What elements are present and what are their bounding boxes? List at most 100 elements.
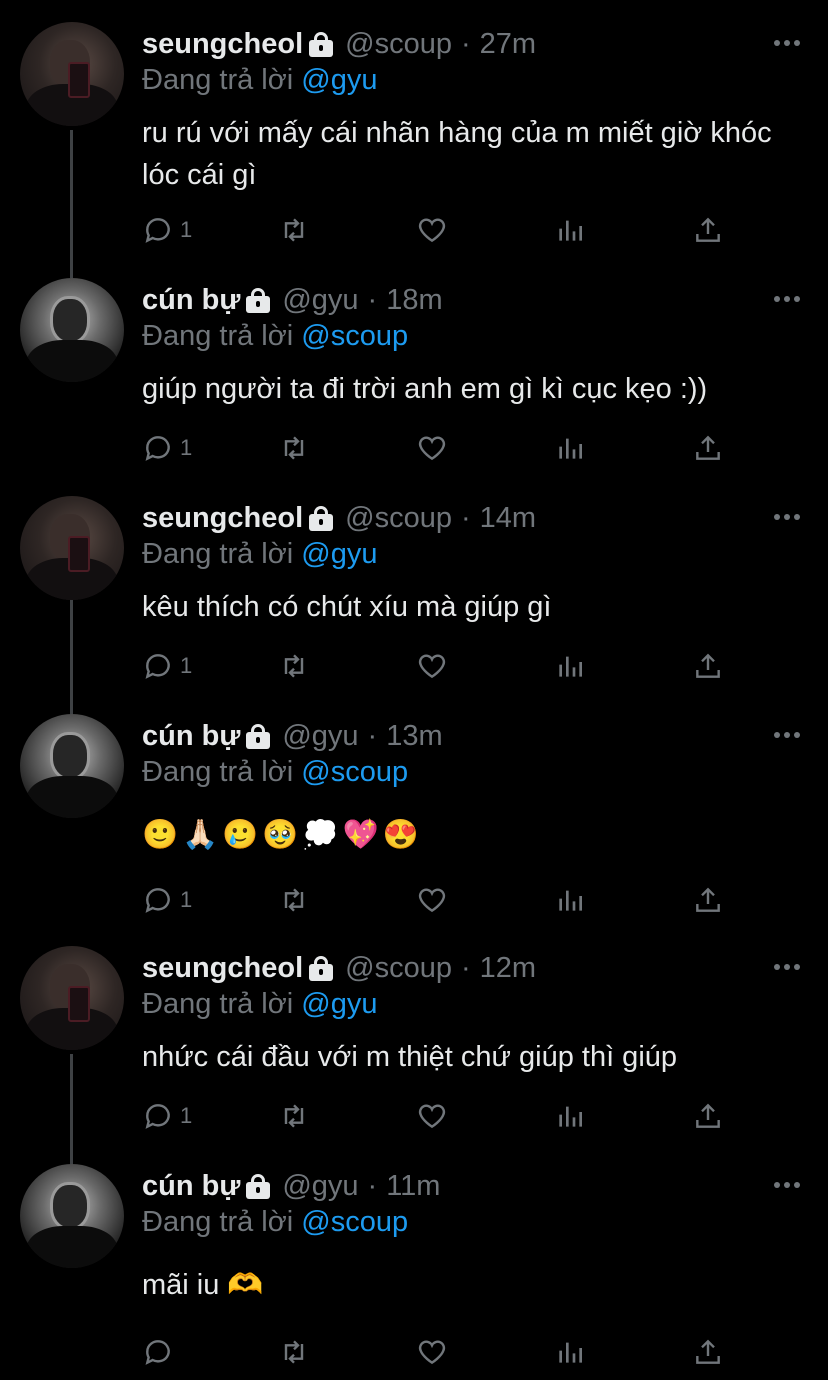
lock-icon [246,1173,271,1199]
timestamp[interactable]: 18m [386,284,442,317]
replying-to: Đang trả lời @gyu [142,64,378,96]
share-button[interactable] [692,646,724,686]
tweet-actions: 1 [142,1096,742,1136]
reply-button[interactable]: 1 [142,428,192,468]
lock-icon [246,723,271,749]
timestamp[interactable]: 12m [480,952,536,985]
replying-to: Đang trả lời @scoup [142,320,409,352]
mention-link[interactable]: @scoup [301,320,408,352]
share-button[interactable] [692,1096,724,1136]
timestamp[interactable]: 13m [386,720,442,753]
lock-icon [246,287,271,313]
display-name[interactable]: cún bự [142,284,240,317]
like-button[interactable] [416,1332,448,1372]
reply-count: 1 [180,1103,193,1128]
avatar[interactable] [20,1164,124,1268]
tweet[interactable]: seungcheol @scoup · 12m Đang trả lời @gyu … [0,924,828,1142]
handle[interactable]: @gyu [282,284,358,317]
more-icon[interactable] [774,296,800,302]
tweet[interactable]: seungcheol @scoup · 14m Đang trả lời @gyu … [0,474,828,692]
views-icon [559,656,582,677]
tweet-text: ru rú với mấy cái nhãn hàng của m miết g… [142,117,772,191]
reply-button[interactable] [142,1332,180,1372]
avatar[interactable] [20,946,124,1050]
tweet[interactable]: cún bự @gyu · 18m Đang trả lời @scoup giúp… [0,256,828,474]
lock-icon [309,505,334,531]
display-name[interactable]: seungcheol [142,28,303,61]
share-button[interactable] [692,428,724,468]
retweet-icon [284,1104,304,1128]
timestamp[interactable]: 14m [480,502,536,535]
handle[interactable]: @scoup [345,952,452,985]
timestamp[interactable]: 27m [480,28,536,61]
reply-button[interactable]: 1 [142,646,192,686]
tweet-header: seungcheol @scoup · 27m [142,27,537,61]
views-button[interactable] [554,428,586,468]
share-button[interactable] [692,210,724,250]
like-button[interactable] [416,210,448,250]
mention-link[interactable]: @gyu [301,538,377,570]
tweet-header: cún bự @gyu · 18m [142,283,443,317]
retweet-button[interactable] [278,880,310,920]
avatar[interactable] [20,714,124,818]
reply-icon [145,888,170,913]
retweet-button[interactable] [278,1096,310,1136]
reply-count: 1 [180,887,193,912]
retweet-icon [284,436,304,460]
reply-icon [145,436,170,461]
avatar[interactable] [20,496,124,600]
tweet[interactable]: cún bự @gyu · 11m Đang trả lời @scoup mãi … [0,1142,828,1380]
reply-icon [145,1340,170,1365]
like-button[interactable] [416,880,448,920]
like-button[interactable] [416,428,448,468]
avatar[interactable] [20,22,124,126]
timestamp[interactable]: 11m [386,1170,440,1203]
tweet-text: nhức cái đầu với m thiệt chứ giúp thì gi… [142,1041,678,1073]
handle[interactable]: @gyu [282,1170,358,1203]
display-name[interactable]: seungcheol [142,952,303,985]
more-icon[interactable] [774,1182,800,1188]
tweet[interactable]: seungcheol @scoup · 27m Đang trả lời @gyu … [0,0,828,262]
avatar[interactable] [20,278,124,382]
reply-button[interactable]: 1 [142,880,192,920]
handle[interactable]: @scoup [345,28,452,61]
mention-link[interactable]: @gyu [301,64,377,96]
handle[interactable]: @scoup [345,502,452,535]
like-button[interactable] [416,646,448,686]
views-button[interactable] [554,210,586,250]
mention-link[interactable]: @scoup [301,1206,408,1238]
views-button[interactable] [554,646,586,686]
views-icon [559,438,582,459]
like-button[interactable] [416,1096,448,1136]
display-name[interactable]: seungcheol [142,502,303,535]
replying-to: Đang trả lời @gyu [142,538,378,570]
more-icon[interactable] [774,732,800,738]
retweet-button[interactable] [278,1332,310,1372]
tweet-header: seungcheol @scoup · 14m [142,501,537,535]
more-icon[interactable] [774,964,800,970]
views-button[interactable] [554,880,586,920]
like-icon [418,218,446,243]
mention-link[interactable]: @gyu [301,988,377,1020]
views-button[interactable] [554,1332,586,1372]
retweet-button[interactable] [278,646,310,686]
reply-button[interactable]: 1 [142,210,192,250]
more-icon[interactable] [774,514,800,520]
more-icon[interactable] [774,40,800,46]
share-button[interactable] [692,880,724,920]
retweet-button[interactable] [278,210,310,250]
mention-link[interactable]: @scoup [301,756,408,788]
tweet-header: cún bự @gyu · 11m [142,1169,441,1203]
views-icon [559,220,582,241]
display-name[interactable]: cún bự [142,1170,240,1203]
tweet-text: kêu thích có chút xíu mà giúp gì [142,591,552,623]
display-name[interactable]: cún bự [142,720,240,753]
views-button[interactable] [554,1096,586,1136]
handle[interactable]: @gyu [282,720,358,753]
retweet-button[interactable] [278,428,310,468]
share-icon [696,1103,720,1128]
reply-button[interactable]: 1 [142,1096,192,1136]
share-button[interactable] [692,1332,724,1372]
reply-icon [145,654,170,679]
tweet[interactable]: cún bự @gyu · 13m Đang trả lời @scoup 🙂🙏🏻🥲… [0,692,828,932]
